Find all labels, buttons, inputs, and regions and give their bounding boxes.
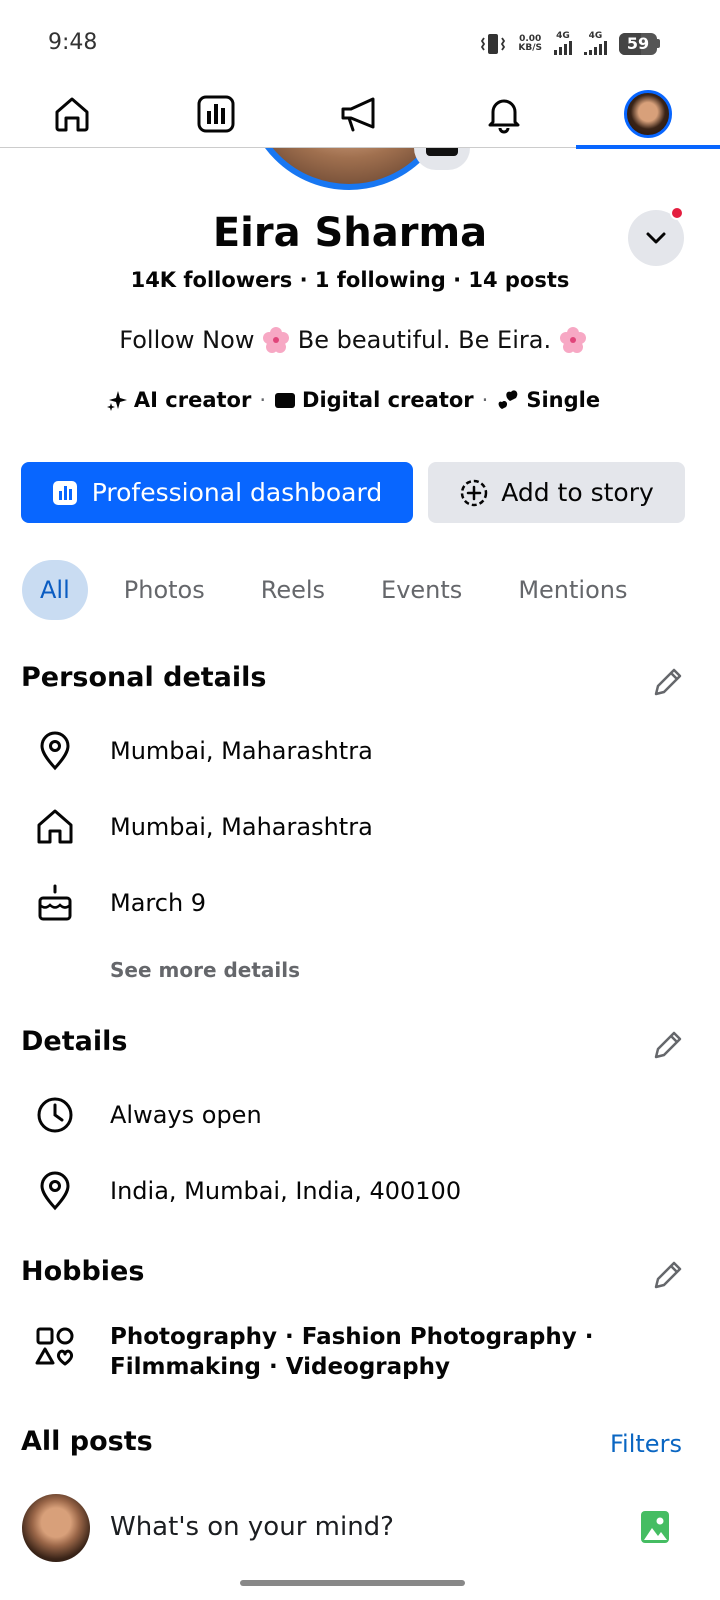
home-icon xyxy=(55,97,89,132)
home-icon xyxy=(34,806,76,848)
battery-percent: 59 xyxy=(626,33,650,53)
detail-row-hours: Always open xyxy=(34,1094,262,1136)
nav-ads[interactable] xyxy=(288,80,432,148)
tab-photos[interactable]: Photos xyxy=(106,560,223,620)
signal-2: 4G xyxy=(584,32,607,55)
net-speed-unit: KB/S xyxy=(518,42,542,53)
detail-text: March 9 xyxy=(110,889,207,917)
bio-text-1: Follow Now xyxy=(119,326,255,354)
profile-tags: AI creator · Digital creator · Single xyxy=(0,388,706,412)
tab-all[interactable]: All xyxy=(22,560,88,620)
see-more-details-link[interactable]: See more details xyxy=(110,958,300,982)
detail-text: Mumbai, Maharashtra xyxy=(110,813,373,841)
hobbies-line: Filmmaking · Videography xyxy=(110,1354,451,1380)
battery-icon: 59 xyxy=(619,32,660,55)
detail-row-birthday: March 9 xyxy=(34,882,206,924)
shapes-icon xyxy=(34,1326,76,1368)
profile-stats[interactable]: 14K followers · 1 following · 14 posts xyxy=(0,268,700,292)
nav-home[interactable] xyxy=(0,80,144,148)
pencil-icon[interactable] xyxy=(650,664,686,700)
hearts-icon xyxy=(498,390,518,409)
profile-name: Eira Sharma xyxy=(212,210,488,256)
tag-single: Single xyxy=(496,388,600,412)
pencil-icon[interactable] xyxy=(650,1027,686,1063)
filters-button[interactable]: Filters xyxy=(610,1430,682,1458)
tag-digital-creator: Digital creator xyxy=(274,388,474,412)
status-time: 9:48 xyxy=(48,30,98,55)
tag-label: Single xyxy=(526,388,601,412)
nav-dashboard[interactable] xyxy=(144,80,288,148)
bio-text-2: Be beautiful. Be Eira. xyxy=(297,326,552,354)
hobbies-row xyxy=(34,1326,76,1368)
tag-ai-creator: AI creator xyxy=(106,388,251,412)
hobbies-list[interactable]: Photography · Fashion Photography · Film… xyxy=(110,1322,670,1382)
clock-icon xyxy=(34,1094,76,1136)
tab-reels[interactable]: Reels xyxy=(243,560,343,620)
profile-tabs: All Photos Reels Events Mentions xyxy=(22,560,665,620)
pencil-icon[interactable] xyxy=(650,1257,686,1293)
all-posts-title: All posts xyxy=(21,1426,153,1457)
location-pin-icon xyxy=(34,730,76,772)
signal-bars-icon xyxy=(554,41,572,55)
signal-bars-icon xyxy=(584,41,607,55)
tab-mentions[interactable]: Mentions xyxy=(500,560,645,620)
vibrate-icon xyxy=(481,33,506,54)
sparkle-icon xyxy=(106,391,127,411)
add-to-story-button[interactable]: Add to story xyxy=(428,462,685,523)
composer-input[interactable]: What's on your mind? xyxy=(110,1512,394,1542)
location-pin-icon xyxy=(34,1170,76,1212)
tag-label: AI creator xyxy=(133,388,252,412)
cherry-blossom-icon xyxy=(559,327,586,353)
dashboard-icon xyxy=(52,480,77,505)
detail-row-hometown: Mumbai, Maharashtra xyxy=(34,806,373,848)
home-indicator[interactable] xyxy=(240,1580,465,1586)
detail-text: Always open xyxy=(110,1101,262,1129)
personal-details-title: Personal details xyxy=(21,662,267,693)
detail-row-current-city: Mumbai, Maharashtra xyxy=(34,730,373,772)
network-type-2: 4G xyxy=(588,31,603,41)
add-to-story-label: Add to story xyxy=(501,478,654,507)
nav-notifications[interactable] xyxy=(432,80,576,148)
notification-dot xyxy=(670,206,684,220)
hobbies-title: Hobbies xyxy=(21,1256,145,1287)
battery-level: 59 xyxy=(619,32,657,55)
nav-profile[interactable] xyxy=(576,80,720,149)
detail-text: Mumbai, Maharashtra xyxy=(110,737,373,765)
clapper-icon xyxy=(275,393,296,408)
chevron-down-icon xyxy=(646,232,666,244)
profile-bio: Follow Now Be beautiful. Be Eira. xyxy=(0,326,706,354)
avatar[interactable] xyxy=(22,1494,90,1562)
status-bar: 9:48 0.00 KB/S 4G 4G 59 xyxy=(0,0,720,80)
detail-row-address: India, Mumbai, India, 400100 xyxy=(34,1170,461,1212)
cherry-blossom-icon xyxy=(263,327,290,353)
photo-icon[interactable] xyxy=(640,1510,670,1544)
megaphone-icon xyxy=(341,97,375,132)
signal-1: 4G xyxy=(554,32,572,55)
professional-dashboard-label: Professional dashboard xyxy=(91,478,383,507)
tab-events[interactable]: Events xyxy=(363,560,480,620)
add-story-icon xyxy=(460,479,488,506)
avatar xyxy=(624,90,672,138)
network-type-1: 4G xyxy=(556,31,570,41)
net-speed: 0.00 KB/S xyxy=(518,34,542,53)
bell-icon xyxy=(488,99,520,134)
top-nav xyxy=(0,80,720,149)
status-indicators: 0.00 KB/S 4G 4G 59 xyxy=(480,32,660,55)
hobbies-line: Photography · Fashion Photography · xyxy=(110,1324,594,1350)
bar-chart-icon xyxy=(197,95,235,133)
tag-label: Digital creator xyxy=(302,388,474,412)
professional-dashboard-button[interactable]: Professional dashboard xyxy=(21,462,413,523)
details-title: Details xyxy=(21,1026,128,1057)
birthday-cake-icon xyxy=(34,882,76,924)
detail-text: India, Mumbai, India, 400100 xyxy=(110,1177,462,1205)
